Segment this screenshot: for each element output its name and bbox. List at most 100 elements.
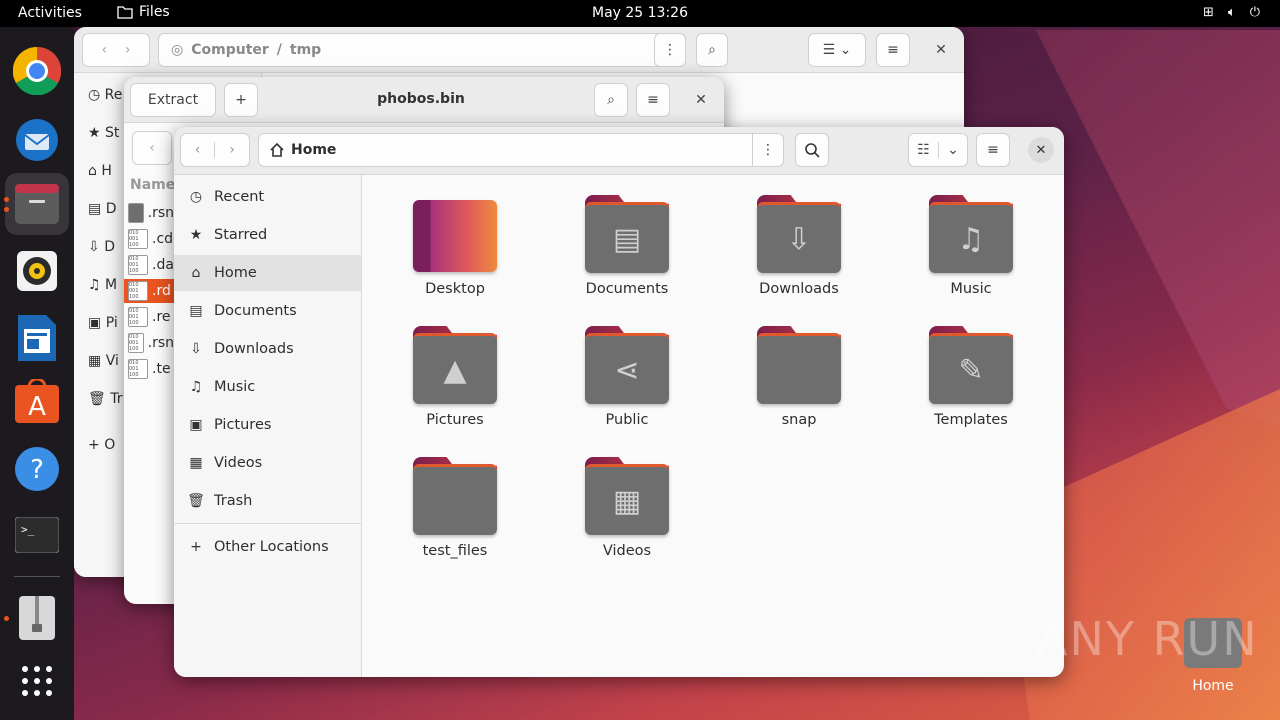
archive-manager-launcher[interactable]: [13, 594, 61, 642]
app-center-launcher[interactable]: A: [13, 377, 61, 425]
folder-item[interactable]: ✎ Templates: [901, 326, 1041, 446]
archive-file-row[interactable]: 010 001 100 .rd: [124, 279, 174, 303]
add-button[interactable]: +: [224, 83, 258, 117]
show-apps-button[interactable]: [13, 657, 61, 705]
path-segment[interactable]: tmp: [290, 42, 321, 58]
sidebar-item-other-locations[interactable]: + Other Locations: [174, 529, 361, 565]
disk-icon: ◎: [171, 42, 184, 58]
music-icon: ♫: [88, 277, 101, 293]
folder-item[interactable]: ⋖ Public: [557, 326, 697, 446]
sidebar-item[interactable]: ⇩ D: [88, 239, 115, 255]
sidebar-label: D: [104, 239, 115, 255]
nav-buttons[interactable]: ‹ ›: [180, 133, 250, 167]
binary-file-icon: 010 001 100: [128, 229, 148, 249]
search-button[interactable]: ⌕: [696, 33, 728, 67]
window-title: phobos.bin: [377, 91, 465, 107]
archive-file-name: .rsn: [147, 205, 174, 221]
sidebar-item[interactable]: + O: [88, 437, 115, 453]
archive-file-row[interactable]: 010 001 100 .da: [124, 253, 174, 277]
archive-file-row[interactable]: 010 001 100 .te: [124, 357, 174, 381]
sidebar-item-trash[interactable]: 🗑︎ Trash: [174, 483, 361, 519]
sidebar-item-pictures[interactable]: ▣ Pictures: [174, 407, 361, 443]
sidebar-label: St: [105, 125, 120, 141]
search-button[interactable]: ⌕: [594, 83, 628, 117]
app-menu[interactable]: Files: [117, 4, 170, 20]
path-segment[interactable]: Computer: [191, 42, 269, 58]
nav-buttons[interactable]: ‹ ›: [82, 33, 150, 67]
extract-button[interactable]: Extract: [130, 83, 216, 117]
folder-item[interactable]: snap: [729, 326, 869, 446]
folder-icon: [757, 326, 841, 404]
sidebar-item-starred[interactable]: ★ Starred: [174, 217, 361, 253]
system-tray[interactable]: ⊞ 🔈︎ ⏻: [1203, 5, 1260, 20]
sidebar-label: M: [105, 277, 118, 293]
sidebar-item-music[interactable]: ♫ Music: [174, 369, 361, 405]
location-label[interactable]: Home: [291, 142, 336, 158]
clock[interactable]: May 25 13:26: [0, 5, 1280, 21]
folder-item[interactable]: Desktop: [385, 195, 525, 315]
view-toggle[interactable]: ☰ ⌄: [808, 33, 866, 67]
view-toggle[interactable]: ☷ ⌄: [908, 133, 968, 167]
chrome-launcher[interactable]: [13, 47, 61, 95]
sidebar-item[interactable]: ♫ M: [88, 277, 117, 293]
path-bar[interactable]: Home: [258, 133, 784, 167]
sidebar-item-home[interactable]: ⌂ Home: [174, 255, 361, 291]
sidebar-item-downloads[interactable]: ⇩ Downloads: [174, 331, 361, 367]
writer-launcher[interactable]: [13, 314, 61, 362]
sidebar-item[interactable]: ◷ Re: [88, 87, 122, 103]
search-icon: [804, 142, 820, 158]
svg-text:?: ?: [30, 455, 44, 485]
sidebar-item[interactable]: ▦ Vi: [88, 353, 119, 369]
search-button[interactable]: [795, 133, 829, 167]
forward-icon: ›: [124, 42, 131, 58]
search-icon: ⌕: [607, 92, 615, 108]
help-launcher[interactable]: ?: [13, 445, 61, 493]
folder-item[interactable]: test_files: [385, 457, 525, 577]
archive-file-row[interactable]: 010 001 100 .cd: [124, 227, 174, 251]
terminal-launcher[interactable]: >_: [13, 511, 61, 559]
folder-icon: ▤: [585, 195, 669, 273]
close-button[interactable]: ✕: [684, 83, 718, 117]
header-bar: ‹ › Home ⋮ ☷ ⌄ ≡ ✕: [174, 127, 1064, 175]
sidebar-item-documents[interactable]: ▤ Documents: [174, 293, 361, 329]
close-button[interactable]: ✕: [1024, 133, 1058, 167]
files-launcher[interactable]: [13, 180, 61, 228]
archive-file-row[interactable]: .rsn: [124, 201, 174, 225]
path-bar[interactable]: ◎ Computer / tmp: [158, 33, 686, 67]
sidebar-item-videos[interactable]: ▦ Videos: [174, 445, 361, 481]
sidebar-item[interactable]: 🗑︎ Tr: [88, 391, 122, 407]
sidebar-item-recent[interactable]: ◷ Recent: [174, 179, 361, 215]
archive-icon: [19, 596, 55, 640]
binary-file-icon: 010 001 100: [128, 359, 148, 379]
main-menu-button[interactable]: ≡: [976, 133, 1010, 167]
path-menu-button[interactable]: ⋮: [752, 133, 784, 167]
main-menu-button[interactable]: ≡: [876, 33, 910, 67]
files-icon: [15, 184, 59, 224]
sidebar-item[interactable]: ▤ D: [88, 201, 116, 217]
svg-text:>_: >_: [21, 523, 35, 536]
folder-item[interactable]: ▤ Documents: [557, 195, 697, 315]
close-button[interactable]: ✕: [924, 33, 958, 67]
archive-file-row[interactable]: 010 001 100 .re: [124, 305, 174, 329]
folder-icon: ▲: [413, 326, 497, 404]
folder-item[interactable]: ▦ Videos: [557, 457, 697, 577]
thunderbird-launcher[interactable]: [13, 114, 61, 162]
archive-file-row[interactable]: 010 001 100 .rsn: [124, 331, 174, 355]
column-header-name[interactable]: Name: [130, 177, 175, 193]
path-menu-button[interactable]: ⋮: [654, 33, 686, 67]
folder-item[interactable]: ⇩ Downloads: [729, 195, 869, 315]
close-icon: ✕: [695, 92, 707, 108]
folder-label: test_files: [422, 543, 488, 559]
folder-item[interactable]: ▲ Pictures: [385, 326, 525, 446]
rhythmbox-launcher[interactable]: [13, 247, 61, 295]
back-button[interactable]: ‹: [132, 131, 172, 165]
folder-item[interactable]: ♫ Music: [901, 195, 1041, 315]
close-icon: ✕: [1028, 137, 1054, 163]
menu-button[interactable]: ≡: [636, 83, 670, 117]
activities-button[interactable]: Activities: [18, 5, 82, 21]
folder-label: Music: [950, 281, 992, 297]
sidebar-item[interactable]: ★ St: [88, 125, 119, 141]
sidebar-item[interactable]: ⌂ H: [88, 163, 112, 179]
sidebar-item[interactable]: ▣ Pi: [88, 315, 118, 331]
folder-icon: ♫: [929, 195, 1013, 273]
